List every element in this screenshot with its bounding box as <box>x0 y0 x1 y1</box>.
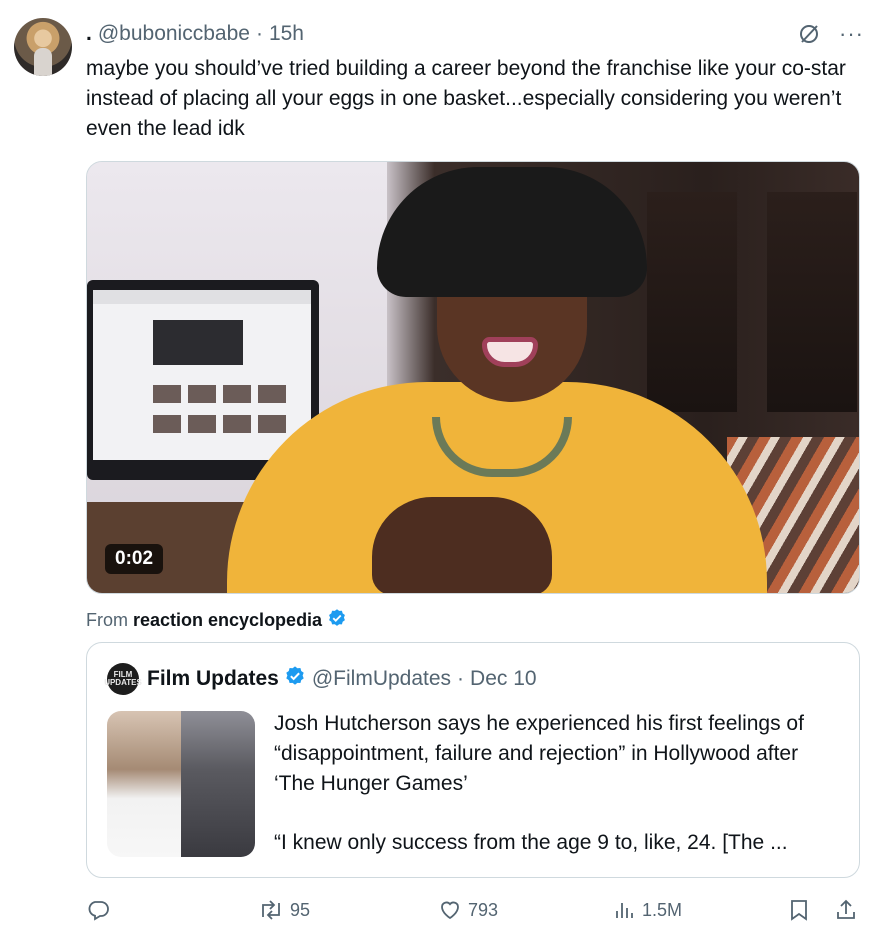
bookmark-button[interactable] <box>788 898 810 922</box>
author-name[interactable]: . <box>86 22 92 46</box>
video-timestamp: 0:02 <box>105 544 164 574</box>
video-curtain <box>647 192 737 412</box>
views-count: 1.5M <box>642 899 683 920</box>
tweet-text: maybe you should’ve tried building a car… <box>86 57 846 140</box>
retweet-button[interactable]: 95 <box>258 898 310 922</box>
like-count: 793 <box>468 899 499 920</box>
reply-icon <box>86 898 110 922</box>
header-separator: · <box>255 22 263 45</box>
views-icon <box>612 898 636 922</box>
video-person-hat <box>377 167 647 297</box>
views-button[interactable]: 1.5M <box>612 898 682 922</box>
quoted-tweet-text: Josh Hutcherson says he experienced his … <box>274 712 804 795</box>
author-avatar[interactable] <box>14 18 72 76</box>
share-icon <box>834 898 858 922</box>
quoted-image-left <box>107 711 181 857</box>
quoted-tweet[interactable]: FILM UPDATES Film Updates @FilmUpdates ·… <box>86 642 860 878</box>
like-icon <box>438 898 462 922</box>
tweet-header: . @buboniccbabe · 15h ··· <box>86 20 864 48</box>
quoted-author-avatar[interactable]: FILM UPDATES <box>104 663 142 695</box>
retweet-icon <box>258 898 284 922</box>
more-icon[interactable]: ··· <box>839 23 864 45</box>
bookmark-icon <box>788 898 810 922</box>
header-actions: ··· <box>797 22 864 46</box>
media-source-name[interactable]: reaction encyclopedia <box>133 610 322 631</box>
quoted-tweet-date[interactable]: Dec 10 <box>470 667 537 691</box>
tweet-actions: 95 793 1.5M <box>86 896 860 928</box>
retweet-count: 95 <box>290 899 311 920</box>
quoted-image-right <box>181 711 255 857</box>
quoted-header-separator: · <box>457 667 465 690</box>
verified-icon <box>284 665 306 693</box>
quoted-tweet-text-continued: “I knew only success from the age 9 to, … <box>274 831 788 854</box>
tweet-time[interactable]: 15h <box>269 22 304 46</box>
video-curtain <box>767 192 857 412</box>
quoted-tweet-image[interactable] <box>107 711 255 857</box>
share-button[interactable] <box>834 898 858 922</box>
media-source-prefix: From <box>86 610 128 630</box>
quoted-author-name[interactable]: Film Updates <box>147 667 279 691</box>
author-handle[interactable]: @buboniccbabe <box>98 22 250 46</box>
media-source: From reaction encyclopedia <box>86 608 347 633</box>
quoted-tweet-header: FILM UPDATES Film Updates @FilmUpdates ·… <box>104 663 537 695</box>
tweet-video[interactable]: 0:02 <box>86 161 860 594</box>
video-monitor-screen <box>93 290 311 460</box>
grok-icon[interactable] <box>797 22 821 46</box>
video-hands <box>372 497 552 593</box>
verified-icon <box>327 608 347 633</box>
reply-button[interactable] <box>86 898 110 922</box>
quoted-author-handle[interactable]: @FilmUpdates <box>312 667 451 691</box>
like-button[interactable]: 793 <box>438 898 498 922</box>
